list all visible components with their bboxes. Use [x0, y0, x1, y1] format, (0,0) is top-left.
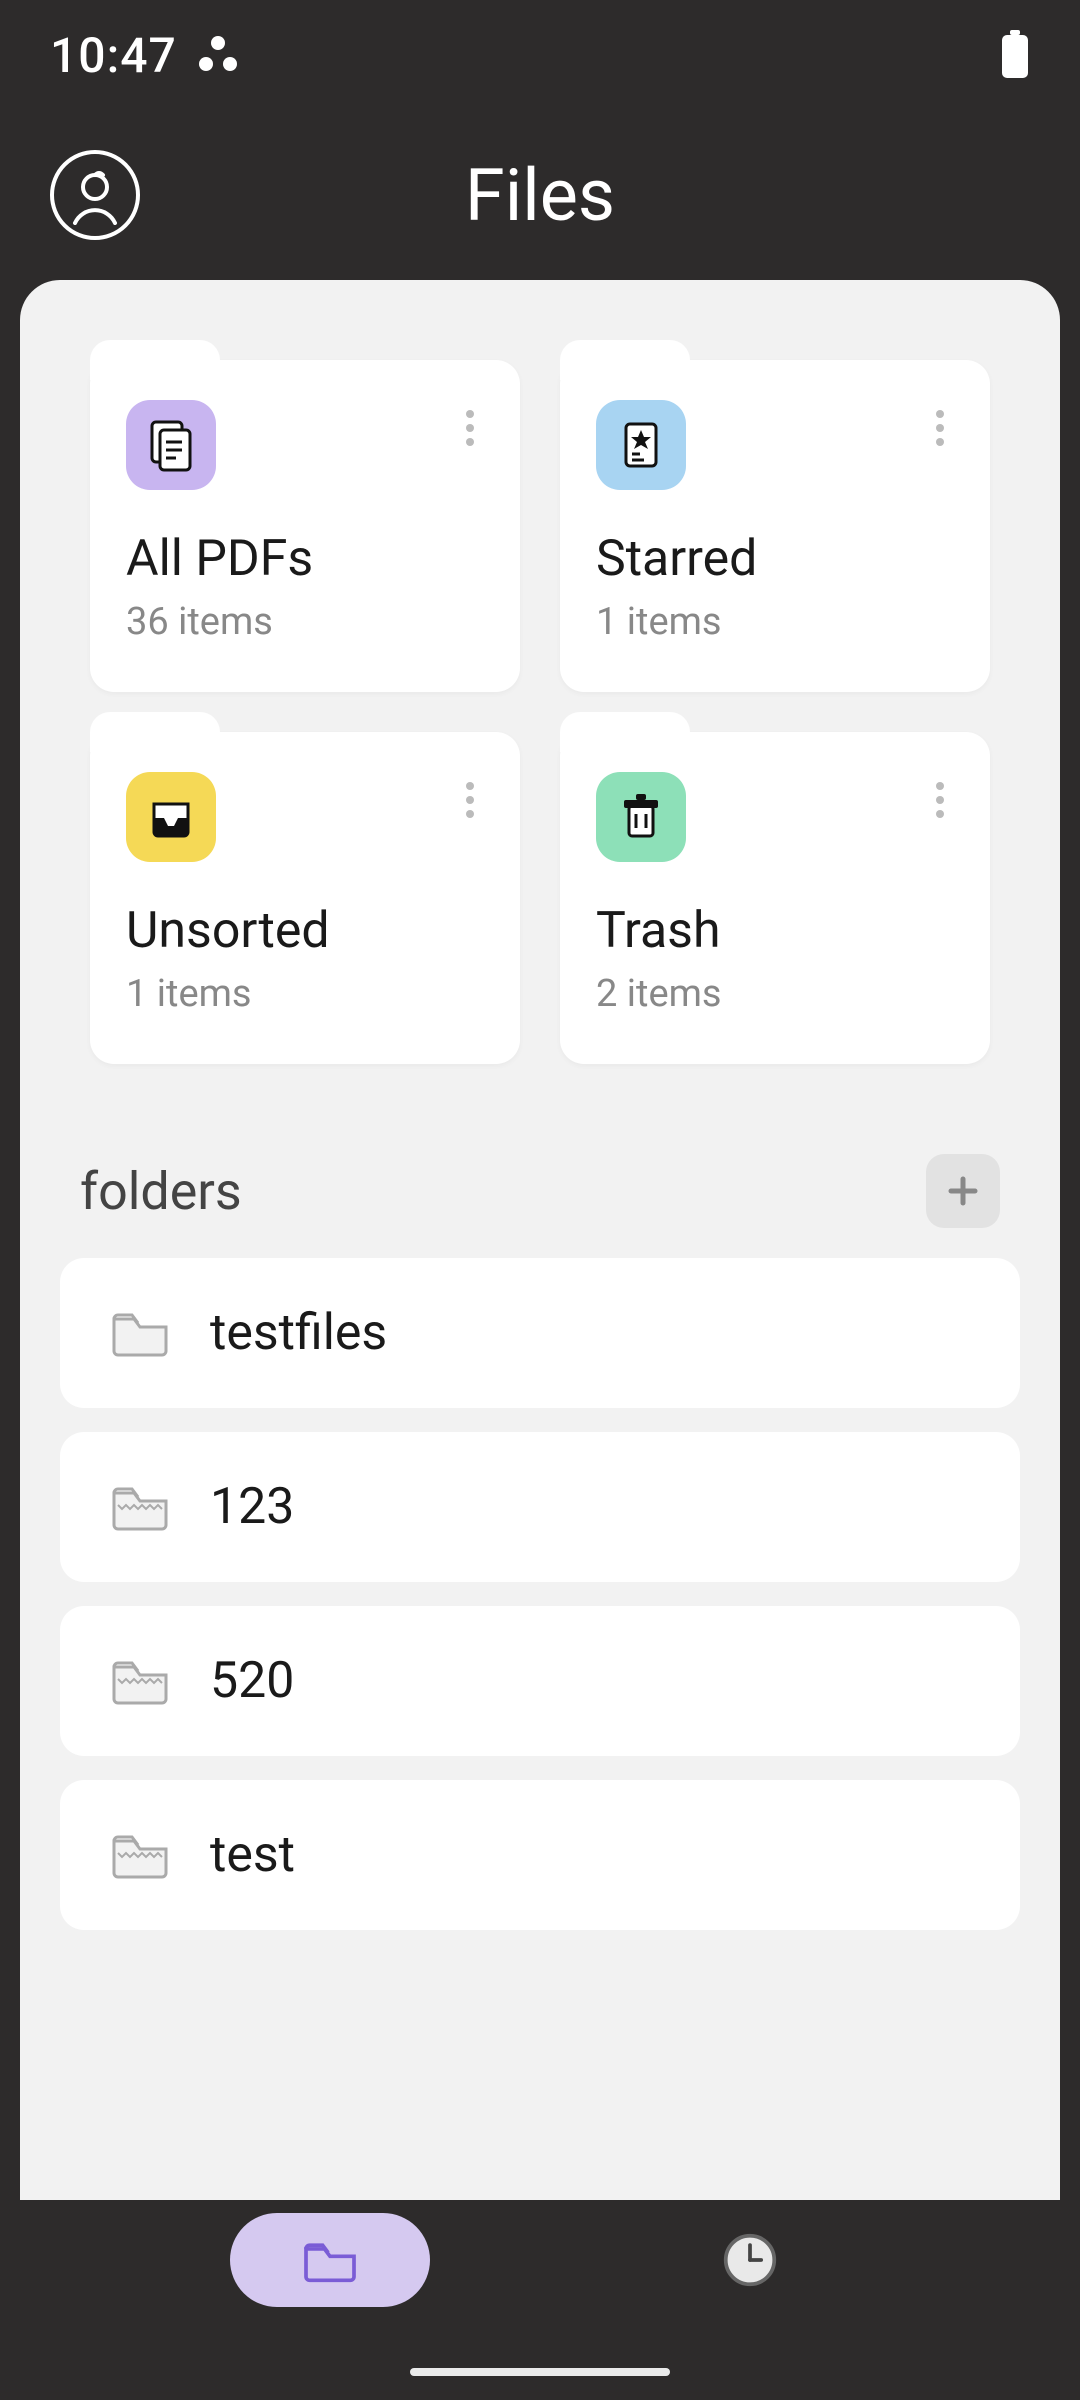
- folder-row-test[interactable]: test: [60, 1780, 1020, 1930]
- folder-row-label: test: [210, 1826, 295, 1884]
- more-menu-icon[interactable]: [456, 772, 484, 832]
- folder-tab: [90, 712, 220, 752]
- folder-row-520[interactable]: 520: [60, 1606, 1020, 1756]
- more-menu-icon[interactable]: [926, 772, 954, 832]
- folder-row-testfiles[interactable]: testfiles: [60, 1258, 1020, 1408]
- folder-tab: [90, 340, 220, 380]
- app-header: Files: [0, 110, 1080, 280]
- category-title: Trash: [596, 902, 954, 960]
- folder-row-label: 520: [210, 1652, 294, 1710]
- category-trash[interactable]: Trash 2 items: [560, 732, 990, 1064]
- clock-icon: [718, 2228, 782, 2292]
- status-left: 10:47: [50, 27, 239, 84]
- main-content: All PDFs 36 items Starred 1 items: [20, 280, 1060, 2200]
- status-time: 10:47: [50, 27, 177, 84]
- sync-icon: [197, 34, 239, 76]
- category-starred[interactable]: Starred 1 items: [560, 360, 990, 692]
- category-unsorted[interactable]: Unsorted 1 items: [90, 732, 520, 1064]
- category-subtitle: 2 items: [596, 972, 954, 1016]
- category-all-pdfs[interactable]: All PDFs 36 items: [90, 360, 520, 692]
- category-subtitle: 36 items: [126, 600, 484, 644]
- folder-tab: [560, 712, 690, 752]
- nav-recent[interactable]: [650, 2213, 850, 2307]
- page-title: Files: [465, 153, 615, 238]
- folder-tab: [560, 340, 690, 380]
- folder-row-label: 123: [210, 1478, 294, 1536]
- add-folder-button[interactable]: [926, 1154, 1000, 1228]
- inbox-icon: [126, 772, 216, 862]
- folder-row-123[interactable]: 123: [60, 1432, 1020, 1582]
- star-icon: [596, 400, 686, 490]
- nav-files[interactable]: [230, 2213, 430, 2307]
- home-indicator[interactable]: [410, 2368, 670, 2376]
- battery-icon: [1000, 30, 1030, 80]
- folder-icon: [110, 1829, 170, 1881]
- bottom-nav: [0, 2200, 1080, 2320]
- more-menu-icon[interactable]: [926, 400, 954, 460]
- category-title: All PDFs: [126, 530, 484, 588]
- category-subtitle: 1 items: [596, 600, 954, 644]
- pdfs-icon: [126, 400, 216, 490]
- category-grid: All PDFs 36 items Starred 1 items: [60, 360, 1020, 1064]
- folder-icon: [298, 2228, 362, 2292]
- more-menu-icon[interactable]: [456, 400, 484, 460]
- category-title: Unsorted: [126, 902, 484, 960]
- folder-icon: [110, 1307, 170, 1359]
- trash-icon: [596, 772, 686, 862]
- category-subtitle: 1 items: [126, 972, 484, 1016]
- folders-list: testfiles 123 520 test: [60, 1258, 1020, 1930]
- folder-icon: [110, 1481, 170, 1533]
- category-title: Starred: [596, 530, 954, 588]
- folders-label: folders: [80, 1161, 242, 1222]
- folder-icon: [110, 1655, 170, 1707]
- folders-header: folders: [60, 1154, 1020, 1228]
- avatar[interactable]: [50, 150, 140, 240]
- status-bar: 10:47: [0, 0, 1080, 110]
- folder-row-label: testfiles: [210, 1304, 387, 1362]
